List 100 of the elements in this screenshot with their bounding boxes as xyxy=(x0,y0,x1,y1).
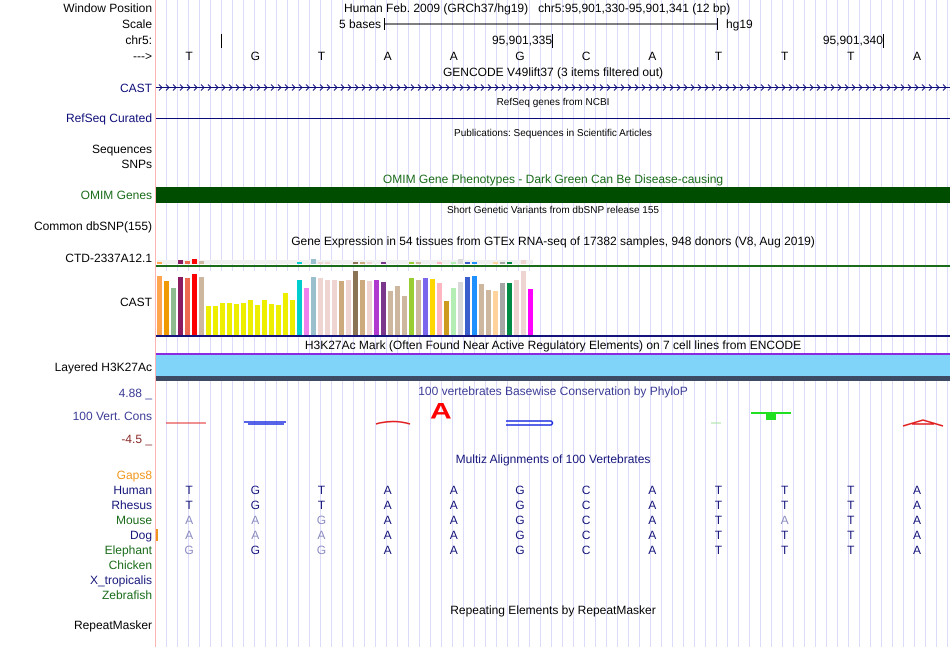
base-letter: A xyxy=(384,514,392,526)
track-label[interactable]: CTD-2337A12.1 xyxy=(65,252,152,264)
conservation-arch-icon xyxy=(902,419,944,427)
base-letter: T xyxy=(714,528,722,540)
logo-letter: A xyxy=(430,404,452,419)
base-letter: A xyxy=(912,514,921,526)
base-letter: T xyxy=(847,514,854,526)
track-label[interactable]: Chicken xyxy=(108,558,152,570)
base-letter: T xyxy=(847,544,854,556)
base-letter: T xyxy=(780,484,788,496)
track-label[interactable]: X_tropicalis xyxy=(90,574,152,586)
base-letter: A xyxy=(384,50,392,62)
track-label[interactable]: SNPs xyxy=(121,158,152,170)
base-letter: A xyxy=(648,514,656,526)
track-label[interactable]: RefSeq Curated xyxy=(66,112,152,124)
track-title: Gene Expression in 54 tissues from GTEx RNA-seq of 17382 samples, 948 donors (V8, Aug 2019) xyxy=(291,235,815,247)
track-label[interactable]: RepeatMasker xyxy=(74,617,152,631)
base-letter: A xyxy=(185,514,194,526)
base-letter: A xyxy=(384,484,392,496)
track-label[interactable]: Zebrafish xyxy=(102,588,152,600)
tick-mark xyxy=(882,34,884,48)
base-letter: C xyxy=(582,484,590,496)
base-letter: T xyxy=(185,50,193,62)
base-letter: C xyxy=(582,514,590,526)
base-letter: T xyxy=(318,498,326,510)
scale-text: 5 bases xyxy=(338,18,382,30)
base-letter: A xyxy=(251,528,260,540)
base-letter: A xyxy=(450,528,458,540)
track-title: 100 vertebrates Basewise Conservation by PhyloP xyxy=(418,385,688,397)
base-letter: T xyxy=(185,498,193,510)
base-letter: A xyxy=(450,498,458,510)
track-title: Multiz Alignments of 100 Vertebrates xyxy=(456,453,650,465)
base-letter: A xyxy=(450,544,458,556)
base-letter: T xyxy=(780,50,788,62)
track-label[interactable]: Rhesus xyxy=(111,498,152,510)
base-letter: T xyxy=(714,50,722,62)
base-letter: G xyxy=(250,50,260,62)
base-letter: G xyxy=(184,544,194,556)
track-label[interactable]: 100 Vert. Cons xyxy=(72,410,152,422)
base-letter: C xyxy=(582,498,590,510)
track-title: GENCODE V49lift37 (3 items filtered out) xyxy=(442,66,664,78)
base-letter: A xyxy=(648,50,656,62)
base-letter: A xyxy=(912,484,921,496)
track-label[interactable]: Dog xyxy=(130,528,152,540)
track-title: H3K27Ac Mark (Often Found Near Active Regulatory Elements) on 7 cell lines from ENCODE xyxy=(304,339,802,351)
base-letter: T xyxy=(714,484,722,496)
track-label[interactable]: Layered H3K27Ac xyxy=(54,361,152,373)
base-letter: G xyxy=(515,498,525,510)
base-letter: T xyxy=(847,498,854,510)
tick-mark xyxy=(552,34,554,48)
base-letter: A xyxy=(384,544,392,556)
base-letter: G xyxy=(515,514,525,526)
track-label[interactable]: Common dbSNP(155) xyxy=(34,220,152,232)
track-label[interactable]: Human xyxy=(113,484,152,496)
base-letter: A xyxy=(251,514,260,526)
ruler-label: Window Position xyxy=(63,2,152,14)
base-letter: A xyxy=(450,50,458,62)
base-letter: A xyxy=(384,498,392,510)
base-letter: T xyxy=(847,528,854,540)
track-label[interactable]: Sequences xyxy=(92,142,152,154)
track-label[interactable]: Elephant xyxy=(104,544,152,556)
track-label[interactable]: CAST xyxy=(120,296,152,308)
base-letter: A xyxy=(648,528,656,540)
coordinate-label: 95,901,335 xyxy=(492,34,552,48)
track-label[interactable]: OMIM Genes xyxy=(80,189,152,201)
track-label[interactable]: CAST xyxy=(120,82,152,94)
base-letter: A xyxy=(912,498,921,510)
base-letter: A xyxy=(780,514,789,526)
base-letter: G xyxy=(316,514,326,526)
base-letter: G xyxy=(250,484,260,496)
track-title: Short Genetic Variants from dbSNP release 155 xyxy=(447,206,659,216)
base-letter: G xyxy=(515,484,525,496)
track-title: Publications: Sequences in Scientific Articles xyxy=(454,128,652,138)
base-letter: A xyxy=(912,50,921,62)
base-letter: T xyxy=(714,498,722,510)
base-letter: A xyxy=(648,544,656,556)
base-letter: A xyxy=(912,528,921,540)
base-letter: G xyxy=(515,544,525,556)
coordinate-label: 95,901,340 xyxy=(822,34,883,48)
scale-bar-icon xyxy=(384,18,718,30)
track-title: Repeating Elements by RepeatMasker xyxy=(450,604,656,616)
ruler-label: ---> xyxy=(133,50,152,62)
base-letter: T xyxy=(847,484,854,496)
base-letter: A xyxy=(450,484,458,496)
ruler-label: chr5: xyxy=(125,34,152,46)
base-letter: T xyxy=(847,50,854,62)
base-letter: C xyxy=(582,544,590,556)
base-letter: A xyxy=(912,544,921,556)
base-letter: G xyxy=(250,544,260,556)
base-letter: A xyxy=(648,484,656,496)
base-letter: G xyxy=(250,498,260,510)
track-title: RefSeq genes from NCBI xyxy=(496,98,610,108)
track-label[interactable]: Mouse xyxy=(116,514,152,526)
base-letter: T xyxy=(780,528,788,540)
base-letter: G xyxy=(316,544,326,556)
base-letter: T xyxy=(318,484,326,496)
axis-max-label: 4.88 _ xyxy=(118,387,152,399)
base-letter: T xyxy=(780,498,788,510)
base-letter: T xyxy=(318,50,326,62)
assembly-name: Human Feb. 2009 (GRCh37/hg19) xyxy=(344,2,528,14)
